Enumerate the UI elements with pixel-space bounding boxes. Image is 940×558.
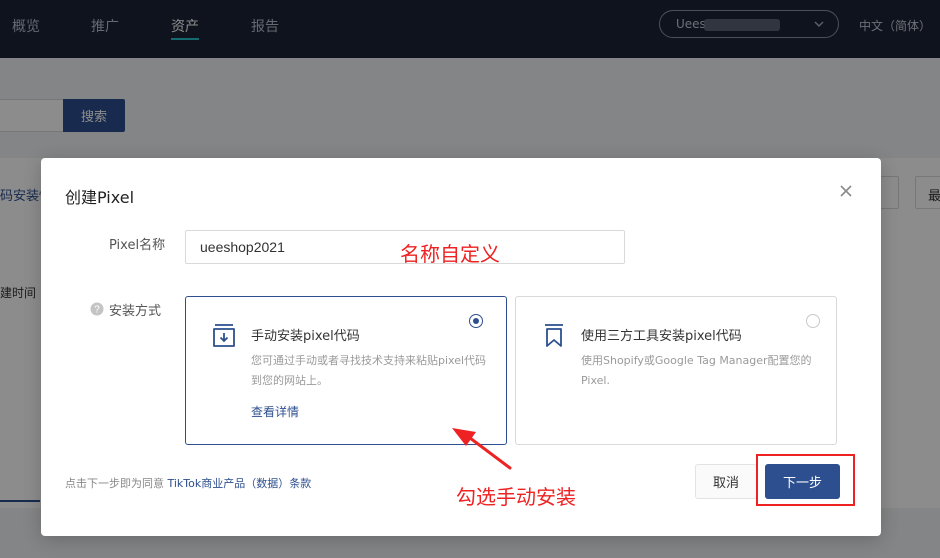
svg-text:?: ?: [94, 305, 100, 316]
option-third-party-radio[interactable]: [806, 314, 820, 328]
option-third-party-install[interactable]: 使用三方工具安装pixel代码 使用Shopify或Google Tag Man…: [515, 296, 837, 445]
install-method-label: 安装方式: [109, 304, 162, 319]
option-third-party-description: 使用Shopify或Google Tag Manager配置您的Pixel.: [581, 354, 812, 387]
option-third-party-title: 使用三方工具安装pixel代码: [581, 329, 742, 344]
cancel-button[interactable]: 取消: [695, 464, 757, 499]
download-box-icon: [213, 324, 235, 347]
option-manual-radio[interactable]: [469, 314, 483, 328]
option-manual-install[interactable]: 手动安装pixel代码 您可通过手动或者寻找技术支持来粘贴pixel代码到您的网…: [185, 296, 507, 445]
agreement-prefix: 点击下一步即为同意: [65, 477, 164, 490]
option-manual-description: 您可通过手动或者寻找技术支持来粘贴pixel代码到您的网站上。: [251, 354, 487, 387]
help-icon[interactable]: ?: [90, 302, 104, 316]
close-icon[interactable]: [838, 183, 854, 199]
option-manual-title: 手动安装pixel代码: [251, 329, 360, 344]
annotation-highlight-box: [756, 454, 855, 506]
pixel-name-label: Pixel名称: [109, 238, 166, 253]
view-details-link[interactable]: 查看详情: [251, 403, 299, 420]
bookmark-icon: [545, 324, 563, 347]
modal-title: 创建Pixel: [65, 188, 135, 207]
create-pixel-modal: 创建Pixel Pixel名称 ? 安装方式 手动安装pixel代码 您可通过手…: [41, 158, 881, 536]
terms-link[interactable]: TikTok商业产品（数据）条款: [168, 477, 312, 490]
annotation-select-hint: 勾选手动安装: [456, 485, 576, 509]
agreement-text: 点击下一步即为同意 TikTok商业产品（数据）条款: [65, 475, 311, 491]
annotation-name-hint: 名称自定义: [400, 242, 500, 266]
